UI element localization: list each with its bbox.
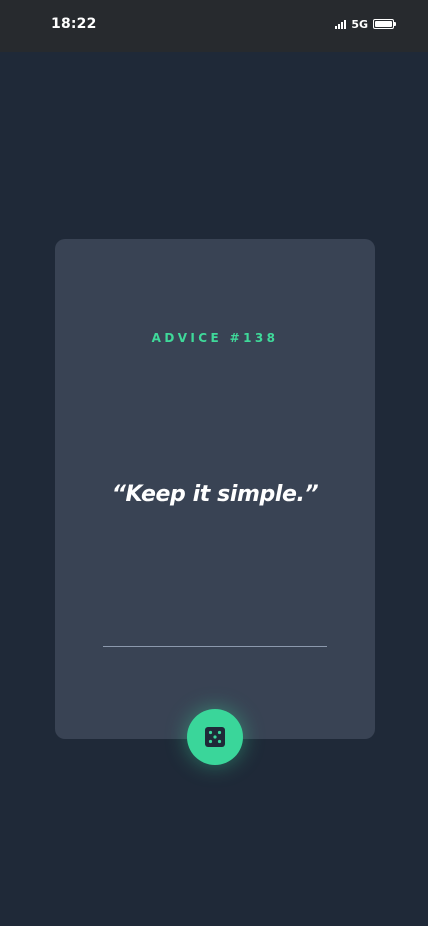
status-time: 18:22 — [51, 16, 97, 32]
advice-number-label: ADVICE #138 — [151, 331, 279, 345]
new-advice-button[interactable] — [187, 709, 243, 765]
battery-icon — [373, 19, 396, 29]
advice-quote: “Keep it simple.” — [111, 482, 319, 507]
status-bar: 18:22 5G — [0, 0, 428, 52]
status-indicators: 5G — [335, 16, 396, 32]
signal-icon — [335, 19, 347, 29]
divider — [103, 646, 327, 647]
advice-card: ADVICE #138 “Keep it simple.” — [55, 239, 375, 739]
network-label: 5G — [351, 17, 368, 31]
dice-icon — [205, 727, 225, 747]
